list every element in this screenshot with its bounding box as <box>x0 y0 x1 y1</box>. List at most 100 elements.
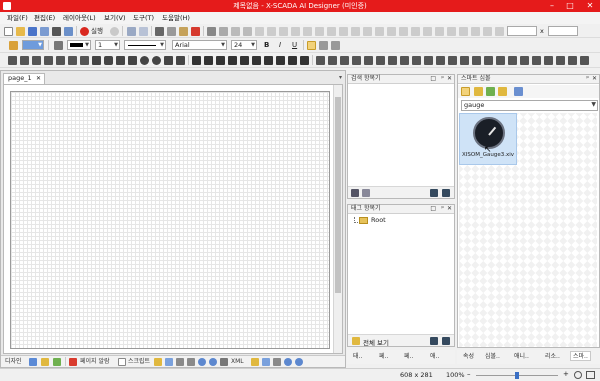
polyline-tool-icon[interactable] <box>20 56 29 65</box>
fit-page-icon[interactable] <box>586 371 595 379</box>
control-10-icon[interactable] <box>424 56 433 65</box>
control-4-icon[interactable] <box>352 56 361 65</box>
copy-icon[interactable] <box>167 27 176 36</box>
symbol-edit-icon[interactable] <box>514 87 523 96</box>
grid-icon[interactable] <box>471 27 480 36</box>
align-right-icon[interactable] <box>279 27 288 36</box>
search-options-icon[interactable] <box>362 189 370 197</box>
control-2-icon[interactable] <box>328 56 337 65</box>
control-16-icon[interactable] <box>496 56 505 65</box>
text-tool-icon[interactable] <box>204 56 213 65</box>
meter-tool-icon[interactable] <box>300 56 309 65</box>
image-tool-icon[interactable] <box>192 56 201 65</box>
xml-icon[interactable] <box>220 358 228 366</box>
search-prev-icon[interactable] <box>430 189 438 197</box>
rounded-rect-tool-icon[interactable] <box>104 56 113 65</box>
search-refresh-icon[interactable] <box>351 189 359 197</box>
text-align-left-icon[interactable] <box>307 41 316 50</box>
button-tool-icon[interactable] <box>216 56 225 65</box>
tab-page-1[interactable]: page_1 ✕ <box>3 73 45 84</box>
height-input[interactable] <box>548 26 578 36</box>
tab-tag[interactable]: 태.. <box>353 352 362 362</box>
circle-tool-icon[interactable] <box>152 56 161 65</box>
control-9-icon[interactable] <box>412 56 421 65</box>
zoom-reset-icon[interactable] <box>574 371 582 379</box>
line-width-select[interactable]: 1 ▼ <box>95 40 120 50</box>
xml-save-icon[interactable] <box>262 358 270 366</box>
lock-icon[interactable] <box>447 27 456 36</box>
trend-tool-icon[interactable] <box>240 56 249 65</box>
script-folder-icon[interactable] <box>154 358 162 366</box>
send-back-icon[interactable] <box>243 27 252 36</box>
text-align-center-icon[interactable] <box>319 41 328 50</box>
polygon-tool-icon[interactable] <box>116 56 125 65</box>
snap-icon[interactable] <box>483 27 492 36</box>
connector-tool-icon[interactable] <box>80 56 89 65</box>
align-left-icon[interactable] <box>255 27 264 36</box>
group-icon[interactable] <box>207 27 216 36</box>
rectangle-tool-icon[interactable] <box>92 56 101 65</box>
gauge-tool-icon[interactable] <box>276 56 285 65</box>
alarm-tool-icon[interactable] <box>252 56 261 65</box>
unlock-icon[interactable] <box>459 27 468 36</box>
tab-anim[interactable]: 애.. <box>430 352 439 362</box>
bar-tool-icon[interactable] <box>288 56 297 65</box>
save-icon[interactable] <box>28 27 37 36</box>
control-6-icon[interactable] <box>376 56 385 65</box>
font-name-select[interactable]: Arial ▼ <box>172 40 227 50</box>
script-icon[interactable] <box>118 358 126 366</box>
bring-front-icon[interactable] <box>231 27 240 36</box>
italic-button[interactable]: I <box>279 41 281 49</box>
align-bottom-icon[interactable] <box>315 27 324 36</box>
pen-icon[interactable] <box>54 41 63 50</box>
control-17-icon[interactable] <box>508 56 517 65</box>
tab-resource[interactable]: 리소.. <box>545 352 560 362</box>
zoom-slider-track[interactable] <box>476 372 558 379</box>
tab-symbol[interactable]: 심볼.. <box>485 352 500 362</box>
fill-color-picker[interactable]: ▼ <box>22 40 44 50</box>
zoom-in-icon[interactable] <box>198 358 206 366</box>
panel-pin-icon[interactable]: ᵖ <box>586 75 589 83</box>
view-all-button[interactable]: 전체 보기 <box>363 337 389 347</box>
run-icon[interactable] <box>80 27 89 36</box>
ellipse-tool-icon[interactable] <box>140 56 149 65</box>
text-align-right-icon[interactable] <box>331 41 340 50</box>
tab-design[interactable]: 디자인 <box>5 357 22 367</box>
panel-pin-icon[interactable]: ᵖ <box>441 205 444 213</box>
panel-close-icon[interactable]: ✕ <box>447 75 452 83</box>
pie-tool-icon[interactable] <box>164 56 173 65</box>
stop-icon[interactable] <box>110 27 119 36</box>
tab-smart[interactable]: 스마.. <box>570 351 591 361</box>
print-icon[interactable] <box>52 27 61 36</box>
control-20-icon[interactable] <box>544 56 553 65</box>
zoom-slider-thumb[interactable] <box>515 372 519 379</box>
symbol-library-icon[interactable] <box>474 87 483 96</box>
design-canvas[interactable] <box>10 91 330 349</box>
design-folder-icon[interactable] <box>41 358 49 366</box>
panel-float-icon[interactable]: □ <box>430 205 436 213</box>
align-middle-icon[interactable] <box>303 27 312 36</box>
control-3-icon[interactable] <box>340 56 349 65</box>
delete-icon[interactable] <box>191 27 200 36</box>
zoom-out-button[interactable]: – <box>467 370 471 378</box>
design-image-icon[interactable] <box>53 358 61 366</box>
bitmap-tool-icon[interactable] <box>228 56 237 65</box>
zoom-in-button[interactable]: + <box>563 370 569 378</box>
freehand-tool-icon[interactable] <box>68 56 77 65</box>
symbol-user-icon[interactable] <box>486 87 495 96</box>
menu-edit[interactable]: 편집(E) <box>34 14 55 22</box>
vertical-scrollbar[interactable] <box>333 85 342 353</box>
page-alarm-icon[interactable] <box>69 358 77 366</box>
xml-tool-icon[interactable] <box>273 358 281 366</box>
xml-zoom-in-icon[interactable] <box>284 358 292 366</box>
symbol-item-gauge[interactable]: XISOM_Gauge3.xiv <box>459 113 517 165</box>
chord-tool-icon[interactable] <box>176 56 185 65</box>
arc-tool-icon[interactable] <box>56 56 65 65</box>
control-23-icon[interactable] <box>580 56 589 65</box>
same-width-icon[interactable] <box>327 27 336 36</box>
bold-button[interactable]: B <box>264 41 269 49</box>
minimize-button[interactable]: – <box>544 0 560 12</box>
export-icon[interactable] <box>64 27 73 36</box>
tab-xml[interactable]: XML <box>231 357 244 367</box>
control-1-icon[interactable] <box>316 56 325 65</box>
